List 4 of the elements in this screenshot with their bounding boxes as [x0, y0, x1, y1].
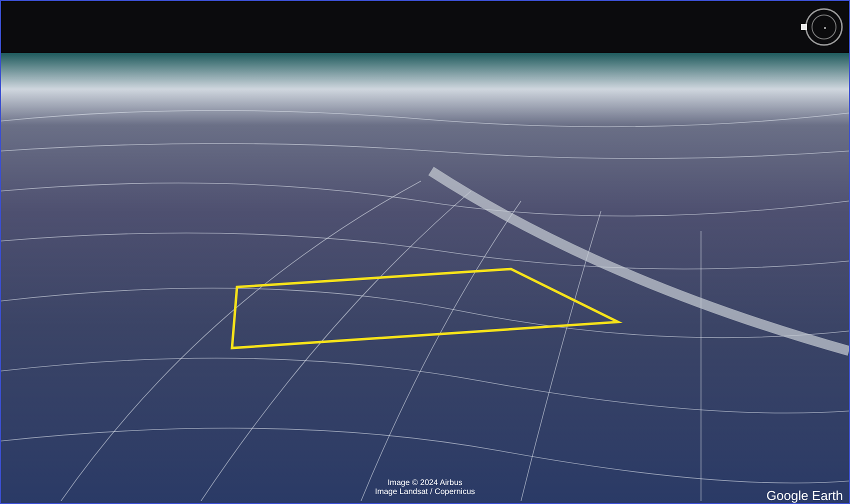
logo-text: Google Earth: [765, 488, 844, 503]
imagery-credit: Image © 2024 Airbus: [388, 478, 462, 487]
compass-icon[interactable]: [799, 7, 845, 47]
imagery-credit: Image Landsat / Copernicus: [374, 487, 476, 496]
